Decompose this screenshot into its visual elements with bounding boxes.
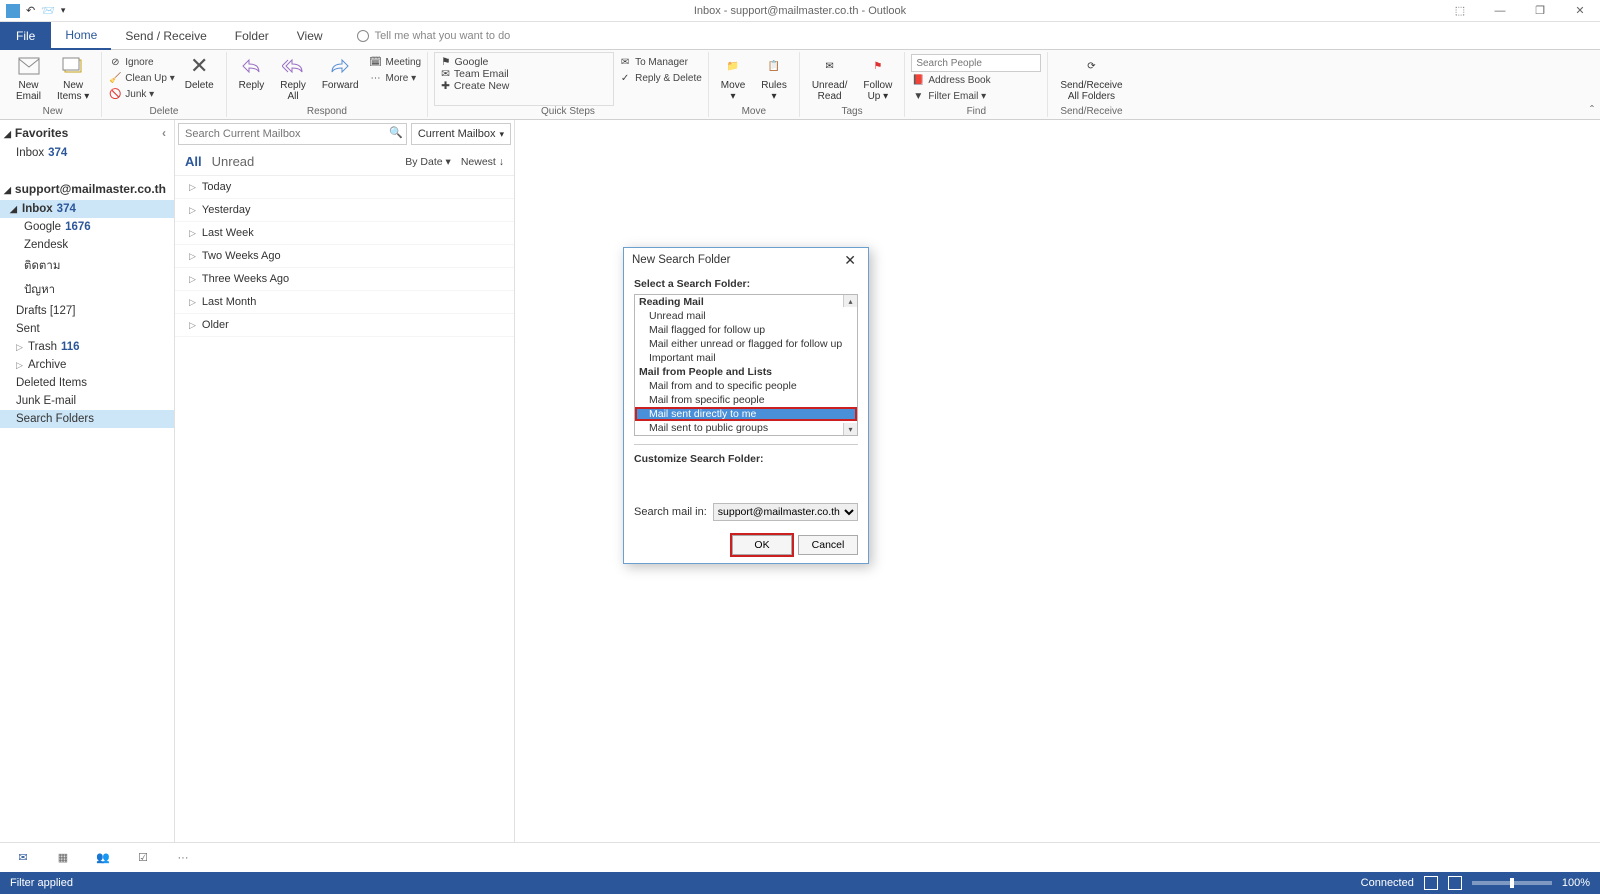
search-folder-list-wrap: ▴ Reading Mail Unread mail Mail flagged … <box>634 294 858 436</box>
zoom-slider[interactable] <box>1472 881 1552 885</box>
dialog-title: New Search Folder <box>632 254 730 266</box>
status-filter-applied: Filter applied <box>10 877 73 889</box>
search-folder-list[interactable]: Reading Mail Unread mail Mail flagged fo… <box>635 295 857 435</box>
view-reading-icon[interactable] <box>1448 876 1462 890</box>
scroll-down-button[interactable]: ▾ <box>843 423 857 435</box>
opt-important-mail[interactable]: Important mail <box>635 351 857 365</box>
opt-from-to-specific[interactable]: Mail from and to specific people <box>635 379 857 393</box>
opt-unread-or-flagged[interactable]: Mail either unread or flagged for follow… <box>635 337 857 351</box>
scroll-up-button[interactable]: ▴ <box>843 295 857 307</box>
cancel-button[interactable]: Cancel <box>798 535 858 555</box>
zoom-level: 100% <box>1562 877 1590 889</box>
select-folder-label: Select a Search Folder: <box>634 278 750 290</box>
ok-button[interactable]: OK <box>732 535 792 555</box>
opt-sent-public-groups[interactable]: Mail sent to public groups <box>635 421 857 435</box>
view-normal-icon[interactable] <box>1424 876 1438 890</box>
opt-unread-mail[interactable]: Unread mail <box>635 309 857 323</box>
opt-flagged-followup[interactable]: Mail flagged for follow up <box>635 323 857 337</box>
search-mail-in-row: Search mail in: support@mailmaster.co.th <box>634 503 858 521</box>
search-mail-in-label: Search mail in: <box>634 506 707 518</box>
list-cat-reading-mail: Reading Mail <box>635 295 857 309</box>
search-mail-in-select[interactable]: support@mailmaster.co.th <box>713 503 858 521</box>
status-bar: Filter applied Connected 100% <box>0 872 1600 894</box>
opt-from-specific[interactable]: Mail from specific people <box>635 393 857 407</box>
opt-sent-directly-to-me[interactable]: Mail sent directly to me <box>635 407 857 421</box>
new-search-folder-dialog: New Search Folder ✕ Select a Search Fold… <box>623 247 869 564</box>
status-connected: Connected <box>1361 877 1414 889</box>
list-cat-people-lists: Mail from People and Lists <box>635 365 857 379</box>
dialog-close-button[interactable]: ✕ <box>840 252 860 269</box>
modal-overlay: New Search Folder ✕ Select a Search Fold… <box>0 0 1600 867</box>
customize-label: Customize Search Folder: <box>634 453 764 465</box>
dialog-titlebar: New Search Folder ✕ <box>624 248 868 272</box>
